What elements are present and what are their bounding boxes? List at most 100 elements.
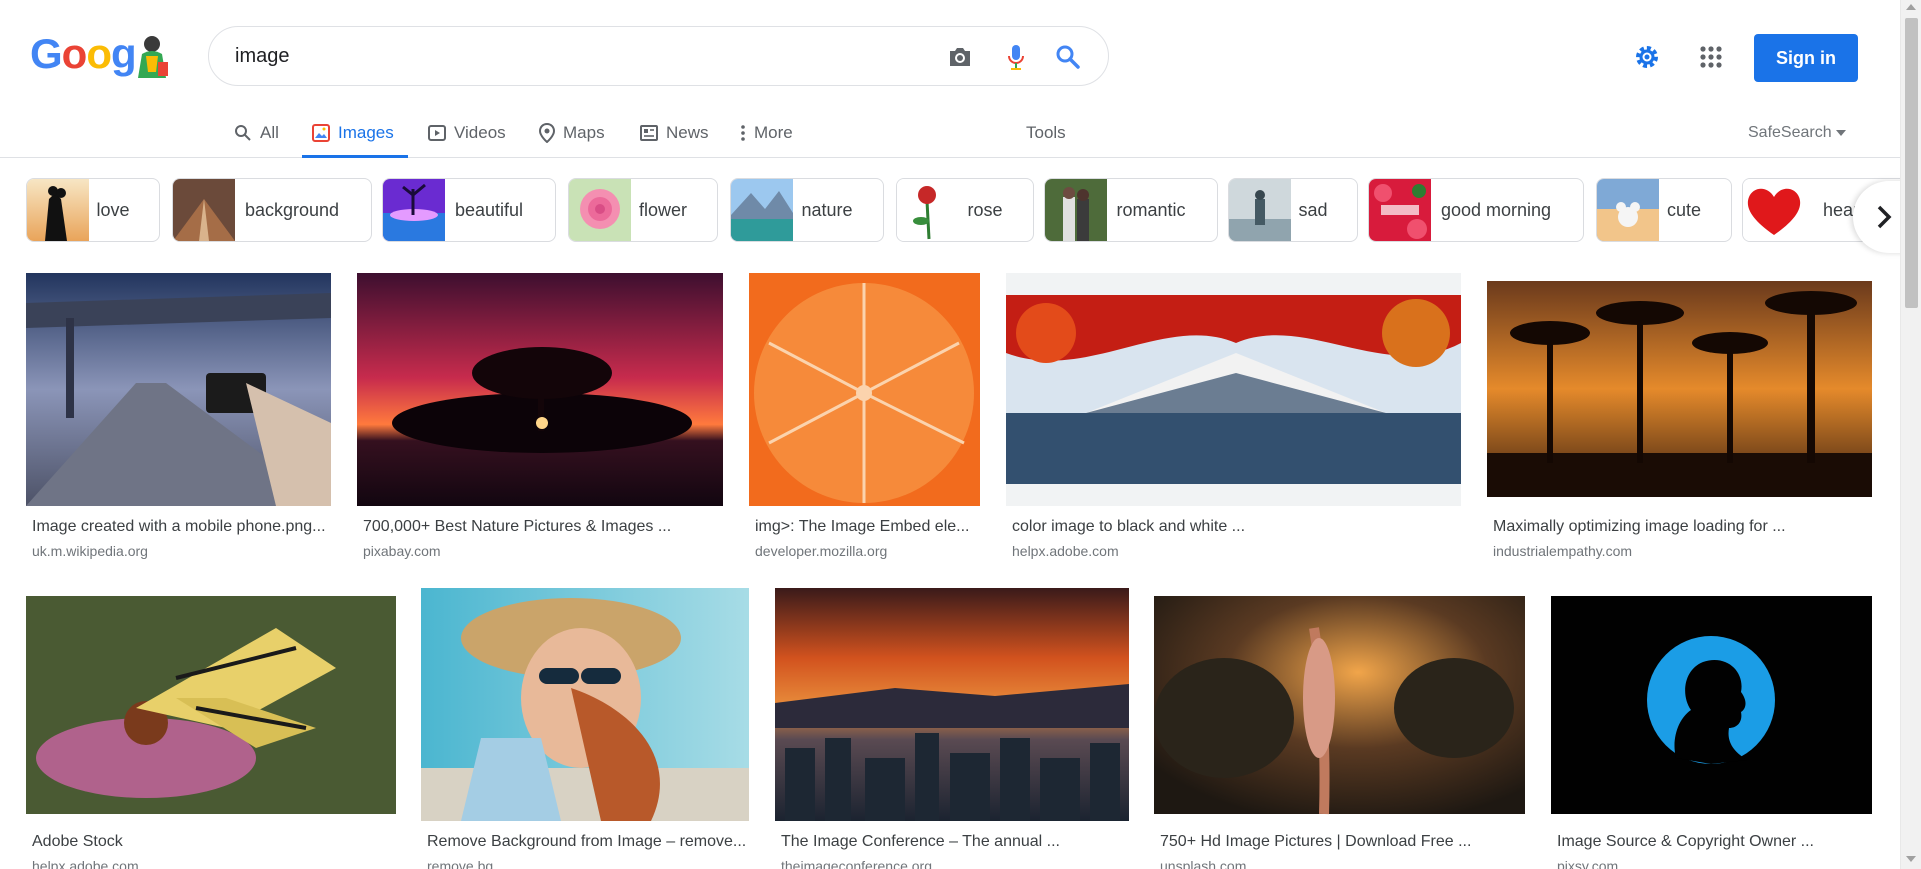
chip-sad[interactable]: sad bbox=[1228, 178, 1358, 242]
logo-letter: o bbox=[86, 30, 112, 77]
image-result[interactable]: img>: The Image Embed ele... developer.m… bbox=[749, 273, 980, 573]
search-tabs: All Images Videos Maps News More Tools S… bbox=[0, 108, 1900, 158]
chip-label: background bbox=[244, 199, 340, 220]
chip-beautiful[interactable]: beautiful bbox=[382, 178, 556, 242]
image-result[interactable]: 750+ Hd Image Pictures | Download Free .… bbox=[1154, 588, 1526, 869]
chip-thumbnail bbox=[27, 179, 89, 241]
more-vert-icon bbox=[741, 125, 745, 141]
chip-background[interactable]: background bbox=[172, 178, 372, 242]
chip-thumbnail bbox=[897, 179, 959, 241]
scrollbar-thumb[interactable] bbox=[1905, 18, 1918, 308]
result-site: helpx.adobe.com bbox=[1012, 543, 1119, 559]
chip-thumbnail bbox=[731, 179, 793, 241]
image-icon bbox=[312, 124, 330, 142]
scroll-up-arrow-icon[interactable] bbox=[1906, 4, 1916, 10]
chip-thumbnail bbox=[173, 179, 235, 241]
logo-letter: o bbox=[61, 30, 88, 77]
tab-more[interactable]: More bbox=[740, 108, 793, 158]
search-icon bbox=[235, 125, 251, 141]
result-site: helpx.adobe.com bbox=[32, 858, 139, 869]
result-site: developer.mozilla.org bbox=[755, 543, 888, 559]
image-result[interactable]: color image to black and white ... helpx… bbox=[1006, 273, 1461, 573]
tab-label: More bbox=[754, 123, 793, 142]
chip-good-morning[interactable]: good morning bbox=[1368, 178, 1584, 242]
tab-all[interactable]: All bbox=[234, 108, 279, 158]
chip-label: romantic bbox=[1116, 199, 1186, 220]
chip-label: nature bbox=[801, 199, 853, 220]
tab-news[interactable]: News bbox=[640, 108, 709, 158]
doodle-figure-icon bbox=[138, 36, 168, 78]
search-icon[interactable] bbox=[1052, 41, 1084, 73]
image-result[interactable]: Maximally optimizing image loading for .… bbox=[1487, 273, 1873, 573]
result-title: Adobe Stock bbox=[32, 833, 123, 850]
result-site: pixsy.com bbox=[1557, 858, 1619, 869]
result-thumbnail bbox=[1006, 273, 1461, 506]
chip-love[interactable]: love bbox=[26, 178, 160, 242]
result-site: remove.bg bbox=[427, 858, 494, 869]
chip-cute[interactable]: cute bbox=[1596, 178, 1732, 242]
image-result[interactable]: Image Source & Copyright Owner ... pixsy… bbox=[1551, 588, 1873, 869]
heart-icon bbox=[1743, 179, 1805, 241]
header: Goog image Sign in All Images Videos Map… bbox=[0, 0, 1900, 158]
result-site: theimageconference.org bbox=[781, 858, 932, 869]
safesearch-label: SafeSearch bbox=[1748, 124, 1832, 141]
chip-rose[interactable]: rose bbox=[896, 178, 1034, 242]
safesearch-dropdown[interactable]: SafeSearch bbox=[1748, 108, 1846, 158]
tools-button[interactable]: Tools bbox=[1026, 108, 1066, 158]
result-thumbnail bbox=[749, 273, 980, 506]
sign-in-button[interactable]: Sign in bbox=[1754, 34, 1858, 82]
search-box bbox=[208, 26, 1109, 86]
tab-label: Maps bbox=[563, 123, 605, 142]
result-thumbnail bbox=[26, 588, 396, 821]
image-result[interactable]: 700,000+ Best Nature Pictures & Images .… bbox=[357, 273, 723, 573]
result-title: 750+ Hd Image Pictures | Download Free .… bbox=[1160, 833, 1472, 850]
image-result[interactable]: Adobe Stock helpx.adobe.com bbox=[26, 588, 396, 869]
result-thumbnail bbox=[421, 588, 749, 821]
result-thumbnail bbox=[357, 273, 723, 506]
chip-label: beautiful bbox=[454, 199, 524, 220]
tab-label: Images bbox=[338, 123, 394, 142]
map-pin-icon bbox=[539, 123, 555, 143]
search-input[interactable] bbox=[235, 41, 935, 71]
chip-thumbnail bbox=[1597, 179, 1659, 241]
tab-videos[interactable]: Videos bbox=[428, 108, 506, 158]
image-result[interactable]: Image created with a mobile phone.png...… bbox=[26, 273, 332, 573]
gear-icon[interactable] bbox=[1632, 42, 1662, 72]
tab-maps[interactable]: Maps bbox=[539, 108, 605, 158]
chip-nature[interactable]: nature bbox=[730, 178, 884, 242]
result-title: Remove Background from Image – remove... bbox=[427, 833, 747, 850]
result-site: pixabay.com bbox=[363, 543, 441, 559]
image-result[interactable]: The Image Conference – The annual ... th… bbox=[775, 588, 1130, 869]
chevron-right-icon bbox=[1877, 205, 1892, 229]
result-thumbnail bbox=[1551, 588, 1872, 821]
chip-thumbnail bbox=[1229, 179, 1291, 241]
chip-label: cute bbox=[1666, 199, 1702, 220]
result-site: uk.m.wikipedia.org bbox=[32, 543, 148, 559]
chip-thumbnail bbox=[1369, 179, 1431, 241]
result-title: The Image Conference – The annual ... bbox=[781, 833, 1060, 850]
result-title: Maximally optimizing image loading for .… bbox=[1493, 518, 1786, 535]
camera-icon[interactable] bbox=[944, 41, 976, 73]
scroll-down-arrow-icon[interactable] bbox=[1906, 856, 1916, 862]
result-thumbnail bbox=[775, 588, 1129, 821]
tab-label: News bbox=[666, 123, 709, 142]
chip-flower[interactable]: flower bbox=[568, 178, 718, 242]
related-searches-chips: love background beautiful flower nature … bbox=[26, 178, 1900, 242]
google-doodle-logo[interactable]: Goog bbox=[30, 30, 168, 82]
tab-images[interactable]: Images bbox=[302, 108, 408, 158]
result-title: 700,000+ Best Nature Pictures & Images .… bbox=[363, 518, 672, 535]
result-thumbnail bbox=[26, 273, 331, 506]
apps-grid-icon[interactable] bbox=[1697, 43, 1725, 71]
tab-label: Videos bbox=[454, 123, 506, 142]
result-title: img>: The Image Embed ele... bbox=[755, 518, 970, 535]
chip-label: love bbox=[96, 199, 130, 220]
chip-label: rose bbox=[967, 199, 1003, 220]
page-scrollbar[interactable] bbox=[1900, 0, 1921, 869]
microphone-icon[interactable] bbox=[1000, 41, 1032, 73]
image-result[interactable]: Remove Background from Image – remove...… bbox=[421, 588, 749, 869]
chip-label: flower bbox=[638, 199, 687, 220]
chip-label: sad bbox=[1298, 199, 1328, 220]
result-title: Image Source & Copyright Owner ... bbox=[1557, 833, 1814, 850]
result-title: Image created with a mobile phone.png... bbox=[32, 518, 326, 535]
chip-romantic[interactable]: romantic bbox=[1044, 178, 1218, 242]
